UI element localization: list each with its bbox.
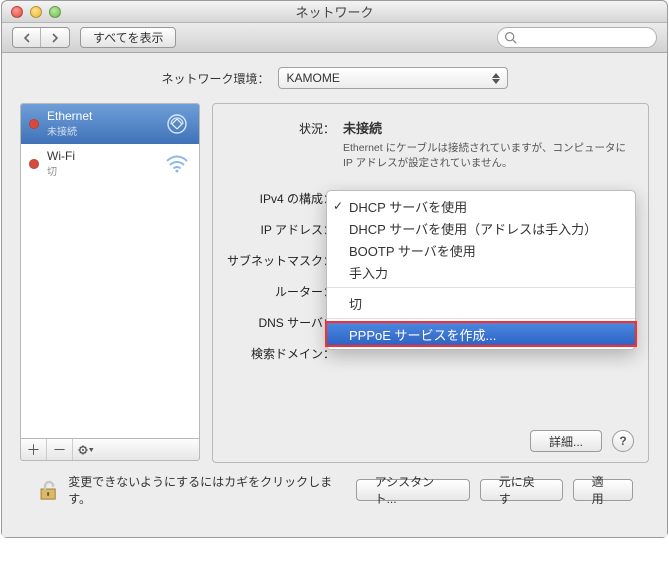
ethernet-arrows-icon bbox=[163, 114, 191, 134]
traffic-lights bbox=[2, 6, 61, 18]
search-field[interactable] bbox=[497, 27, 657, 48]
status-description: Ethernet にケーブルは接続されていますが、コンピュータに IP アドレス… bbox=[343, 141, 633, 170]
unlocked-padlock-icon bbox=[36, 477, 60, 503]
sidebar-item-wifi[interactable]: Wi-Fi 切 bbox=[21, 144, 199, 184]
menu-item-dhcp[interactable]: ✓ DHCP サーバを使用 bbox=[327, 195, 635, 217]
field-ip-address: IP アドレス： bbox=[227, 219, 335, 238]
iface-status: 未接続 bbox=[47, 123, 92, 138]
wifi-icon bbox=[163, 155, 191, 173]
lock-area[interactable]: 変更できないようにするにはカギをクリックします。 bbox=[36, 473, 336, 507]
remove-service-button[interactable]: － bbox=[47, 439, 73, 460]
menu-item-label: 切 bbox=[349, 294, 362, 313]
menu-item-dhcp-manual[interactable]: DHCP サーバを使用（アドレスは手入力） bbox=[327, 217, 635, 239]
field-router: ルーター： bbox=[227, 281, 335, 300]
close-icon[interactable] bbox=[11, 6, 23, 18]
add-service-button[interactable]: ＋ bbox=[21, 439, 47, 460]
field-ipv4-config: IPv4 の構成： bbox=[227, 188, 335, 207]
assistant-button[interactable]: アシスタント... bbox=[356, 479, 470, 501]
ipv4-config-menu[interactable]: ✓ DHCP サーバを使用 DHCP サーバを使用（アドレスは手入力） BOOT… bbox=[326, 190, 636, 350]
location-label: ネットワーク環境： bbox=[161, 70, 269, 87]
location-value: KAMOME bbox=[287, 71, 340, 85]
window-title: ネットワーク bbox=[2, 2, 667, 21]
menu-item-label: PPPoE サービスを作成... bbox=[349, 325, 496, 344]
apply-button[interactable]: 適用 bbox=[573, 479, 633, 501]
minimize-icon[interactable] bbox=[30, 6, 42, 18]
lock-text: 変更できないようにするにはカギをクリックします。 bbox=[68, 473, 335, 507]
forward-button[interactable] bbox=[41, 28, 69, 47]
field-dns-server: DNS サーバ： bbox=[227, 312, 335, 331]
menu-separator bbox=[327, 287, 635, 288]
status-dot-icon bbox=[29, 119, 39, 129]
service-sidebar: Ethernet 未接続 bbox=[20, 103, 200, 463]
iface-status: 切 bbox=[47, 163, 75, 178]
updown-arrows-icon bbox=[489, 73, 503, 84]
chevron-right-icon bbox=[50, 33, 60, 43]
menu-item-bootp[interactable]: BOOTP サーバを使用 bbox=[327, 239, 635, 261]
menu-item-manual[interactable]: 手入力 bbox=[327, 261, 635, 283]
back-button[interactable] bbox=[13, 28, 41, 47]
titlebar: ネットワーク bbox=[2, 1, 667, 23]
location-popup[interactable]: KAMOME bbox=[278, 67, 508, 89]
chevron-left-icon bbox=[22, 33, 32, 43]
search-icon bbox=[504, 31, 517, 44]
iface-name: Wi-Fi bbox=[47, 150, 75, 164]
menu-item-label: 手入力 bbox=[349, 263, 388, 282]
sidebar-item-ethernet[interactable]: Ethernet 未接続 bbox=[21, 104, 199, 144]
menu-item-create-pppoe[interactable]: PPPoE サービスを作成... bbox=[327, 323, 635, 345]
search-input[interactable] bbox=[521, 31, 650, 45]
service-actions-button[interactable] bbox=[73, 439, 99, 460]
location-row: ネットワーク環境： KAMOME bbox=[20, 67, 649, 89]
field-search-domain: 検索ドメイン： bbox=[227, 343, 335, 362]
service-list[interactable]: Ethernet 未接続 bbox=[20, 103, 200, 439]
advanced-button[interactable]: 詳細... bbox=[530, 430, 602, 452]
gear-dropdown-icon bbox=[78, 444, 94, 456]
footer: 変更できないようにするにはカギをクリックします。 アシスタント... 元に戻す … bbox=[20, 463, 649, 521]
check-icon: ✓ bbox=[333, 199, 343, 213]
menu-separator bbox=[327, 318, 635, 319]
show-all-button[interactable]: すべてを表示 bbox=[80, 27, 176, 48]
zoom-icon[interactable] bbox=[49, 6, 61, 18]
field-subnet-mask: サブネットマスク： bbox=[227, 250, 335, 269]
status-value: 未接続 bbox=[343, 118, 633, 137]
iface-name: Ethernet bbox=[47, 110, 92, 124]
menu-item-label: BOOTP サーバを使用 bbox=[349, 241, 476, 260]
status-dot-icon bbox=[29, 159, 39, 169]
menu-item-label: DHCP サーバを使用（アドレスは手入力） bbox=[349, 219, 597, 238]
revert-button[interactable]: 元に戻す bbox=[480, 479, 563, 501]
toolbar: すべてを表示 bbox=[2, 23, 667, 53]
help-button[interactable]: ? bbox=[612, 430, 634, 452]
menu-item-off[interactable]: 切 bbox=[327, 292, 635, 314]
service-toolbar: ＋ － bbox=[20, 439, 200, 461]
menu-item-label: DHCP サーバを使用 bbox=[349, 197, 467, 216]
nav-back-forward bbox=[12, 27, 70, 48]
status-label: 状況： bbox=[227, 118, 335, 137]
